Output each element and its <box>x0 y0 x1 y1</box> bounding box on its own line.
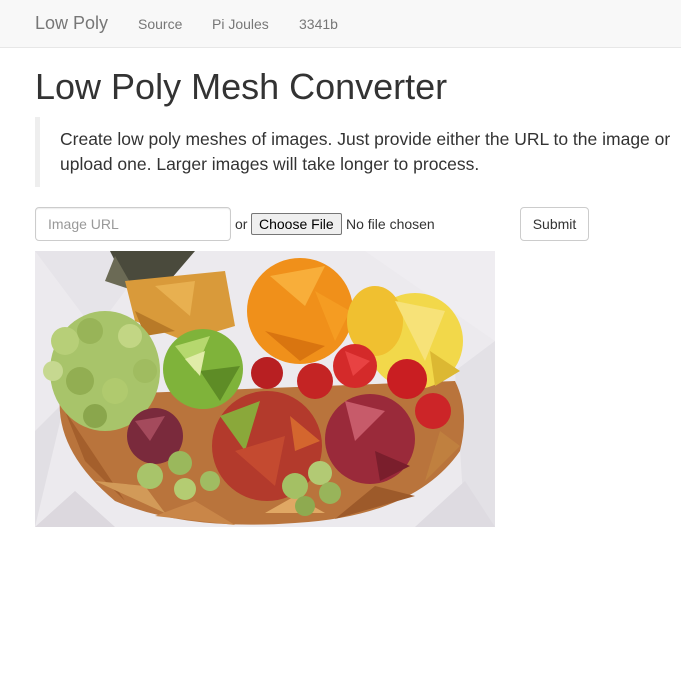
description-text: Create low poly meshes of images. Just p… <box>60 129 671 174</box>
fruit-basket-illustration <box>35 251 495 527</box>
or-label: or <box>235 216 248 232</box>
low-poly-image <box>35 251 495 527</box>
description-block: Create low poly meshes of images. Just p… <box>35 117 681 187</box>
choose-file-button[interactable]: Choose File <box>251 213 342 235</box>
image-url-input[interactable] <box>35 207 231 241</box>
nav-link-source[interactable]: Source <box>138 15 182 33</box>
nav-link-pi-joules[interactable]: Pi Joules <box>212 15 269 33</box>
nav-link-version[interactable]: 3341b <box>299 15 338 33</box>
brand-link[interactable]: Low Poly <box>35 12 108 34</box>
file-status-text: No file chosen <box>346 216 435 232</box>
navbar: Low Poly Source Pi Joules 3341b <box>0 0 681 48</box>
page-title: Low Poly Mesh Converter <box>35 66 448 107</box>
submit-button[interactable]: Submit <box>520 207 589 241</box>
